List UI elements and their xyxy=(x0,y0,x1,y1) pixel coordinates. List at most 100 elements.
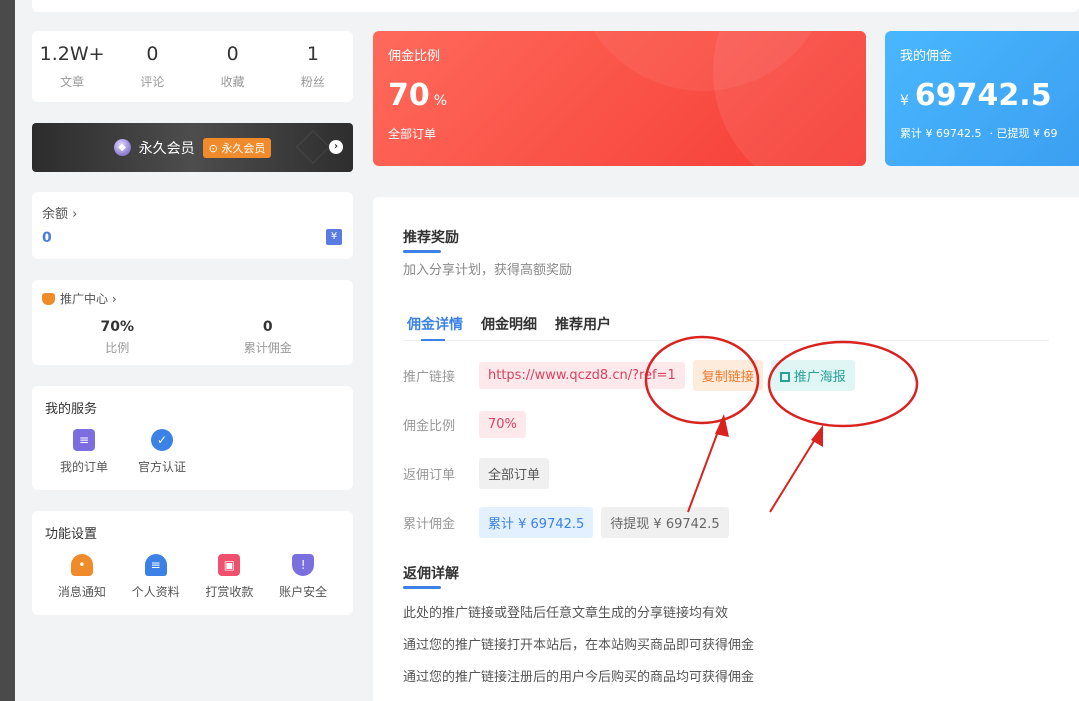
row-label: 推广链接 xyxy=(403,370,456,385)
rate-card-title: 佣金比例 xyxy=(388,49,441,64)
stat-value: 1 xyxy=(306,43,319,65)
my-commission-card: 我的佣金 ¥69742.5 累计 ¥ 69742.5 · 已提现 ¥ 69 xyxy=(885,31,1079,166)
top-bar xyxy=(32,0,1079,12)
rebate-line: 通过您的推广链接打开本站后，在本站购买商品即可获得佣金 xyxy=(403,638,755,653)
balance-value: 0 xyxy=(42,230,52,246)
stat-favorites[interactable]: 0 收藏 xyxy=(193,31,273,102)
promo-center-title: 推广中心 › xyxy=(60,292,117,306)
commission-rate-badge: 70% xyxy=(479,411,526,438)
verification-label: 官方认证 xyxy=(137,460,186,474)
tab-commission-details[interactable]: 佣金详情 xyxy=(403,314,467,341)
notifications-label: 消息通知 xyxy=(57,585,106,599)
clipboard-icon: ≡ xyxy=(73,429,95,451)
shield-icon: ! xyxy=(292,554,315,576)
my-card-total: 累计 ¥ 69742.5 xyxy=(900,127,982,140)
page-background: 1.2W+ 文章 0 评论 0 收藏 1 粉丝 ◆ 永久会员 ⊙ 永久会员 › … xyxy=(15,0,1079,701)
stat-value: 0 xyxy=(146,43,159,65)
stat-label: 粉丝 xyxy=(300,75,325,89)
stat-articles[interactable]: 1.2W+ 文章 xyxy=(32,31,112,102)
my-orders-button[interactable]: ≡ 我的订单 xyxy=(45,429,123,475)
promo-rate-value: 70% xyxy=(100,319,134,335)
promo-total-value: 0 xyxy=(262,319,273,335)
user-stats-card: 1.2W+ 文章 0 评论 0 收藏 1 粉丝 xyxy=(32,31,353,102)
total-commission-badge: 累计 ¥ 69742.5 xyxy=(479,507,594,538)
row-label: 返佣订单 xyxy=(403,468,456,483)
tips-label: 打赏收款 xyxy=(205,585,254,599)
user-profile-icon: ≡ xyxy=(144,554,167,576)
profile-button[interactable]: ≡ 个人资料 xyxy=(119,554,193,600)
section-subtitle: 加入分享计划，获得高额奖励 xyxy=(403,263,573,278)
money-bag-icon xyxy=(42,292,55,305)
balance-card[interactable]: 余额 › 0 ¥ xyxy=(32,192,353,259)
promo-total: 0 累计佣金 xyxy=(193,319,344,356)
balance-title[interactable]: 余额 › xyxy=(42,203,343,222)
promo-rate: 70% 比例 xyxy=(42,319,193,356)
pending-withdrawal-badge: 待提现 ¥ 69742.5 xyxy=(601,507,729,538)
settings-title: 功能设置 xyxy=(45,527,98,542)
rate-card-value: 70 xyxy=(388,78,430,113)
rate-card-sub: 全部订单 xyxy=(388,127,437,141)
services-card: 我的服务 ≡ 我的订单 ✓ 官方认证 xyxy=(32,386,353,490)
referral-link-value[interactable]: https://www.qczd8.cn/?ref=1 xyxy=(479,362,685,389)
bell-icon: • xyxy=(70,554,93,576)
diamond-icon: ◆ xyxy=(113,139,131,156)
currency-symbol: ¥ xyxy=(900,93,909,109)
title-underline xyxy=(403,250,441,253)
security-label: 账户安全 xyxy=(279,585,328,599)
profile-label: 个人资料 xyxy=(131,585,180,599)
my-card-value: 69742.5 xyxy=(914,78,1052,113)
my-card-sub: 累计 ¥ 69742.5 · 已提现 ¥ 69 xyxy=(900,125,1064,141)
my-orders-label: 我的订单 xyxy=(59,460,108,474)
rate-card-unit: % xyxy=(433,93,448,109)
stat-comments[interactable]: 0 评论 xyxy=(112,31,192,102)
poster-button-label: 推广海报 xyxy=(793,370,846,385)
rebate-orders-row: 返佣订单 全部订单 xyxy=(403,458,1049,489)
promo-center-card: 推广中心 › 70% 比例 0 累计佣金 xyxy=(32,280,353,365)
my-card-value-wrap: ¥69742.5 xyxy=(900,78,1064,113)
commission-rate-row: 佣金比例 70% xyxy=(403,410,1049,439)
rebate-title: 返佣详解 xyxy=(403,566,459,582)
row-label: 累计佣金 xyxy=(403,517,456,532)
referral-panel: 推荐奖励 加入分享计划，获得高额奖励 佣金详情 佣金明细 推荐用户 推广链接 h… xyxy=(373,197,1079,701)
stat-value: 1.2W+ xyxy=(39,43,105,65)
tab-referred-users[interactable]: 推荐用户 xyxy=(551,314,615,334)
gift-icon: ▣ xyxy=(218,554,241,576)
services-title: 我的服务 xyxy=(45,402,98,417)
qr-code-icon xyxy=(779,372,790,382)
vip-badge: ⊙ 永久会员 xyxy=(202,137,272,158)
vip-banner[interactable]: ◆ 永久会员 ⊙ 永久会员 › xyxy=(32,123,353,172)
total-commission-row: 累计佣金 累计 ¥ 69742.5 待提现 ¥ 69742.5 xyxy=(403,507,1049,538)
stat-label: 文章 xyxy=(60,75,85,89)
stat-label: 收藏 xyxy=(220,75,245,89)
promo-rate-label: 比例 xyxy=(105,341,130,355)
commission-rate-card: 佣金比例 70% 全部订单 xyxy=(373,31,866,166)
chevron-right-icon[interactable]: › xyxy=(329,140,343,154)
copy-link-button[interactable]: 复制链接 xyxy=(692,360,763,391)
rebate-line: 通过您的推广链接注册后的用户今后购买的商品均可获得佣金 xyxy=(403,670,755,685)
tab-commission-records[interactable]: 佣金明细 xyxy=(477,314,541,334)
stat-value: 0 xyxy=(226,43,239,65)
stat-label: 评论 xyxy=(140,75,165,89)
tips-button[interactable]: ▣ 打赏收款 xyxy=(193,554,267,600)
rebate-description: 此处的推广链接或登陆后任意文章生成的分享链接均有效 通过您的推广链接打开本站后，… xyxy=(403,602,1049,685)
poster-button[interactable]: 推广海报 xyxy=(770,360,855,391)
stat-followers[interactable]: 1 粉丝 xyxy=(273,31,353,102)
wallet-icon[interactable]: ¥ xyxy=(326,229,342,245)
rate-card-value-wrap: 70% xyxy=(388,78,851,113)
verified-badge-icon: ✓ xyxy=(151,429,173,451)
tab-bar: 佣金详情 佣金明细 推荐用户 xyxy=(403,314,1049,341)
my-card-title: 我的佣金 xyxy=(900,49,953,64)
referral-link-row: 推广链接 https://www.qczd8.cn/?ref=1 复制链接 推广… xyxy=(403,360,1049,391)
title-underline xyxy=(403,586,441,589)
diamond-watermark-icon xyxy=(296,130,330,164)
verification-button[interactable]: ✓ 官方认证 xyxy=(123,429,201,475)
section-title: 推荐奖励 xyxy=(403,230,459,246)
promo-total-label: 累计佣金 xyxy=(243,341,292,355)
security-button[interactable]: ! 账户安全 xyxy=(266,554,340,600)
promo-center-link[interactable]: 推广中心 › xyxy=(42,290,343,307)
row-label: 佣金比例 xyxy=(403,419,456,434)
vip-level-text: 永久会员 xyxy=(138,140,195,157)
rebate-line: 此处的推广链接或登陆后任意文章生成的分享链接均有效 xyxy=(403,606,729,621)
settings-card: 功能设置 • 消息通知 ≡ 个人资料 ▣ 打赏收款 ! 账户安全 xyxy=(32,511,353,615)
notifications-button[interactable]: • 消息通知 xyxy=(45,554,119,600)
